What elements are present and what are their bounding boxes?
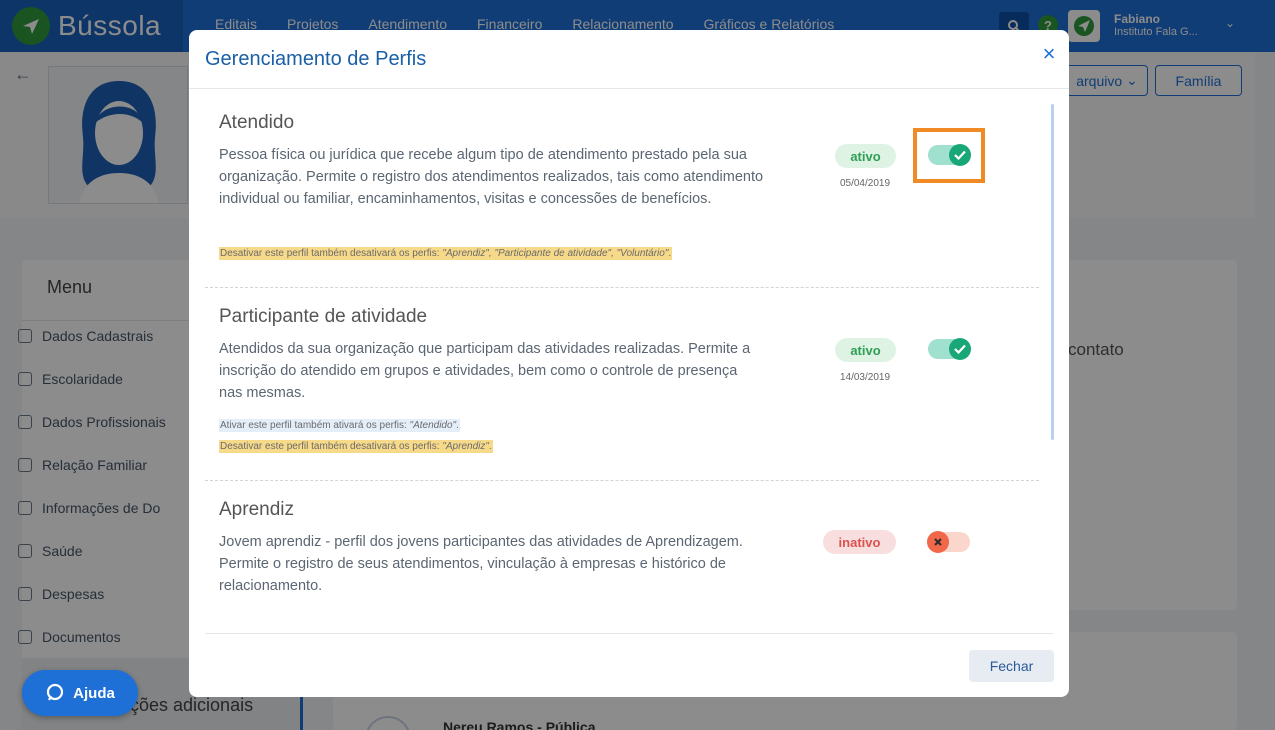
note-end: . bbox=[668, 248, 672, 259]
status-date: 14/03/2019 bbox=[839, 372, 891, 383]
profile-toggle[interactable] bbox=[928, 338, 971, 360]
divider bbox=[205, 287, 1039, 288]
note-list: "Aprendiz" bbox=[442, 441, 489, 452]
note-list: "Atendido" bbox=[409, 420, 457, 431]
profile-description: Atendidos da sua organização que partici… bbox=[219, 341, 751, 401]
note-end: . bbox=[456, 420, 459, 431]
profile-description: Jovem aprendiz - perfil dos jovens parti… bbox=[219, 534, 743, 594]
deactivation-warning: Desativar este perfil também desativará … bbox=[219, 247, 673, 260]
close-icon[interactable]: × bbox=[1037, 42, 1061, 66]
status-badge: inativo bbox=[823, 530, 896, 554]
divider bbox=[189, 88, 1069, 89]
profile-toggle[interactable] bbox=[927, 531, 970, 553]
help-button[interactable]: Ajuda bbox=[22, 670, 138, 716]
profile-title: Atendido bbox=[219, 112, 295, 133]
note-prefix: Ativar este perfil também ativará os per… bbox=[220, 420, 410, 431]
note-prefix: Desativar este perfil também desativará … bbox=[220, 248, 443, 259]
help-label: Ajuda bbox=[73, 684, 115, 702]
status-date: 05/04/2019 bbox=[839, 178, 891, 189]
close-icon bbox=[927, 531, 949, 553]
note-prefix: Desativar este perfil também desativará … bbox=[220, 441, 443, 452]
profile-aprendiz: Aprendiz Jovem aprendiz - perfil dos jov… bbox=[219, 499, 1039, 619]
scrollbar[interactable] bbox=[1051, 104, 1054, 440]
modal-title: Gerenciamento de Perfis bbox=[205, 48, 427, 70]
check-icon bbox=[949, 338, 971, 360]
status-badge: ativo bbox=[835, 144, 896, 168]
profile-title: Participante de atividade bbox=[219, 306, 428, 327]
profile-description: Pessoa física ou jurídica que recebe alg… bbox=[219, 147, 764, 207]
activation-info: Ativar este perfil também ativará os per… bbox=[219, 419, 460, 432]
status-badge: ativo bbox=[835, 338, 896, 362]
deactivation-warning: Desativar este perfil também desativará … bbox=[219, 440, 493, 453]
profiles-modal: Gerenciamento de Perfis × Atendido Pesso… bbox=[189, 30, 1069, 697]
divider bbox=[205, 480, 1039, 481]
toggle-highlight bbox=[913, 128, 985, 183]
profile-title: Aprendiz bbox=[219, 499, 294, 520]
divider bbox=[205, 633, 1053, 634]
close-button[interactable]: Fechar bbox=[969, 650, 1054, 682]
note-end: . bbox=[488, 441, 492, 452]
profile-participante: Participante de atividade Atendidos da s… bbox=[219, 306, 1039, 476]
close-button-label: Fechar bbox=[989, 658, 1034, 674]
note-list: "Aprendiz", "Participante de atividade",… bbox=[442, 248, 669, 259]
chat-bubble-icon bbox=[47, 683, 64, 701]
